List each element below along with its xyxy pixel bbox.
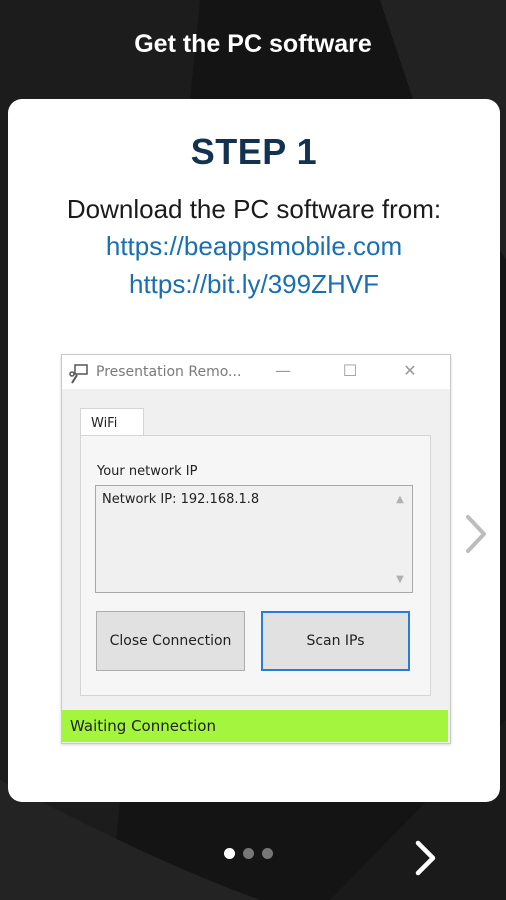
close-icon: ✕ xyxy=(403,361,417,380)
minimize-icon: — xyxy=(275,361,291,380)
download-link-beappsmobile[interactable]: https://beappsmobile.com xyxy=(8,231,500,262)
page-dot xyxy=(262,848,273,859)
step-title: STEP 1 xyxy=(190,131,318,172)
network-ip-textbox: Network IP: 192.168.1.8 ▲ ▼ xyxy=(95,485,413,593)
network-ip-value: Network IP: 192.168.1.8 xyxy=(102,492,260,507)
app-icon xyxy=(68,363,92,389)
pc-software-screenshot: Presentation Remo... — ☐ ✕ WiFi Your net… xyxy=(61,354,451,744)
page-dot xyxy=(243,848,254,859)
chevron-right-icon xyxy=(415,840,436,876)
instruction-text: Download the PC software from: xyxy=(66,194,442,224)
scroll-up-icon: ▲ xyxy=(396,494,404,505)
scroll-down-icon: ▼ xyxy=(396,574,404,585)
window-title: Presentation Remo... xyxy=(96,364,242,380)
chevron-right-icon[interactable] xyxy=(462,514,490,559)
window-titlebar: Presentation Remo... — ☐ ✕ xyxy=(62,355,450,389)
scan-ips-button: Scan IPs xyxy=(261,611,410,671)
wifi-panel: Your network IP Network IP: 192.168.1.8 … xyxy=(80,435,431,696)
step-card: STEP 1 Download the PC software from: ht… xyxy=(8,99,500,802)
tab-wifi: WiFi xyxy=(80,408,144,435)
status-bar: Waiting Connection xyxy=(62,710,448,742)
next-button[interactable] xyxy=(413,840,439,881)
page-title: Get the PC software xyxy=(134,30,372,58)
maximize-icon: ☐ xyxy=(342,361,358,380)
download-link-bitly[interactable]: https://bit.ly/399ZHVF xyxy=(8,269,500,300)
network-ip-label: Your network IP xyxy=(97,464,198,479)
page-dot-active xyxy=(224,848,235,859)
close-connection-button: Close Connection xyxy=(96,611,245,671)
